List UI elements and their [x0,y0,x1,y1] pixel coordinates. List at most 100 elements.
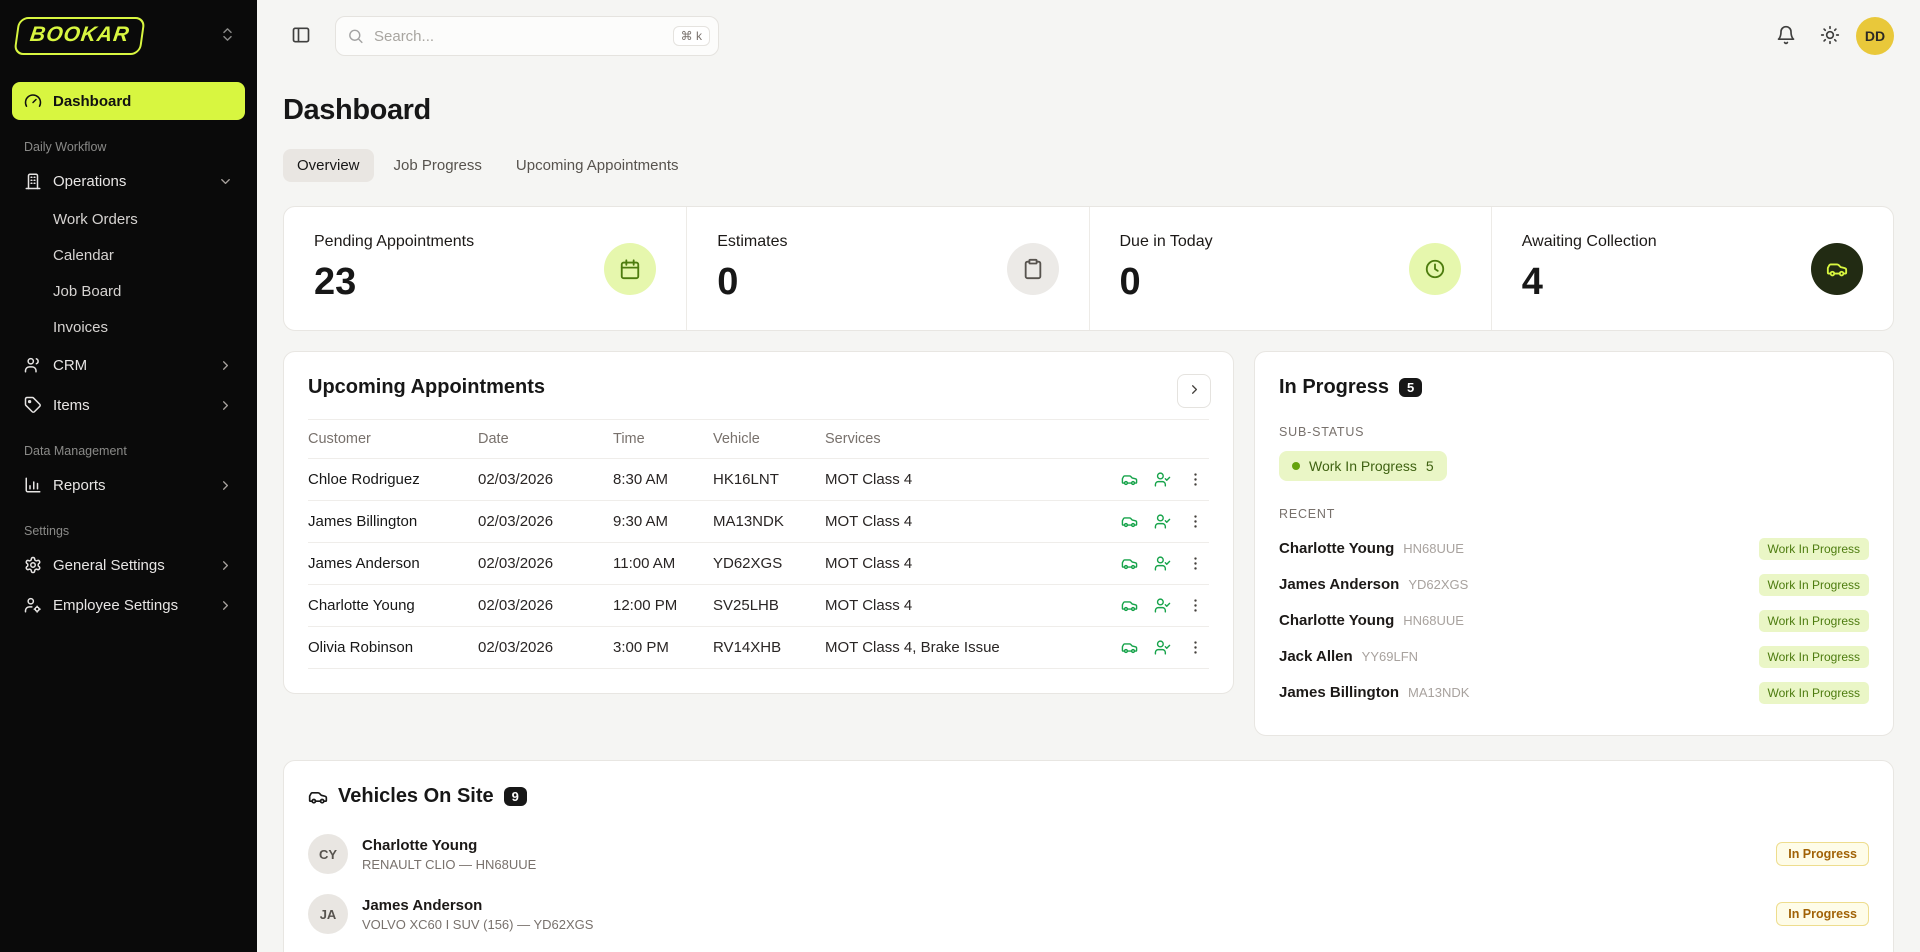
sidebar-item-general-settings[interactable]: General Settings [12,546,245,584]
building-icon [24,172,42,190]
cell-time: 8:30 AM [613,471,713,488]
sidebar-item-job-board[interactable]: Job Board [12,274,245,309]
chevron-right-icon [218,598,233,613]
row-menu-button[interactable] [1181,550,1209,578]
notifications-button[interactable] [1768,18,1804,54]
cell-services: MOT Class 4 [825,555,1097,572]
work-in-progress-chip[interactable]: Work In Progress 5 [1279,451,1447,481]
main-area: ⌘ k DD Dashboard Overview Job Progress U… [257,0,1920,952]
sidebar-section-daily-workflow: Daily Workflow [24,140,233,154]
customer-check-in-button[interactable] [1148,550,1176,578]
appointment-row[interactable]: Charlotte Young 02/03/2026 12:00 PM SV25… [308,585,1209,627]
sidebar-item-work-orders[interactable]: Work Orders [12,202,245,237]
appointment-row[interactable]: James Anderson 02/03/2026 11:00 AM YD62X… [308,543,1209,585]
status-badge: In Progress [1776,842,1869,866]
vehicle-action-button[interactable] [1115,466,1143,494]
clipboard-icon [1007,243,1059,295]
cell-vehicle: SV25LHB [713,597,825,614]
in-progress-card: In Progress 5 SUB-STATUS Work In Progres… [1254,351,1894,736]
sidebar-item-reports[interactable]: Reports [12,466,245,504]
list-item[interactable]: JA James Anderson VOLVO XC60 I SUV (156)… [308,884,1869,944]
stat-value: 23 [314,261,474,304]
appointments-table: Customer Date Time Vehicle Services Chlo… [308,419,1209,669]
cell-date: 02/03/2026 [478,639,613,656]
calendar-icon [604,243,656,295]
cell-services: MOT Class 4 [825,513,1097,530]
vehicle-action-button[interactable] [1115,634,1143,662]
sidebar-collapse-button[interactable] [213,22,241,50]
bar-chart-icon [24,476,42,494]
sidebar-item-label: General Settings [53,557,165,574]
sidebar-item-operations[interactable]: Operations [12,162,245,200]
column-header: Services [825,431,1097,447]
vehicle-action-button[interactable] [1115,550,1143,578]
customer-check-in-button[interactable] [1148,592,1176,620]
status-badge: Work In Progress [1759,610,1869,632]
list-item[interactable]: Jack AllenYY69LFN Work In Progress [1279,639,1869,675]
list-item[interactable]: TT TESTING1 TESTING1 [308,944,1869,952]
cell-services: MOT Class 4 [825,597,1097,614]
count-badge: 9 [504,787,527,806]
list-item[interactable]: Charlotte YoungHN68UUE Work In Progress [1279,531,1869,567]
vehicle-action-button[interactable] [1115,592,1143,620]
avatar: CY [308,834,348,874]
row-menu-button[interactable] [1181,508,1209,536]
cell-time: 12:00 PM [613,597,713,614]
list-item[interactable]: CY Charlotte Young RENAULT CLIO — HN68UU… [308,824,1869,884]
customer-check-in-button[interactable] [1148,508,1176,536]
appointment-row[interactable]: Olivia Robinson 02/03/2026 3:00 PM RV14X… [308,627,1209,669]
appointments-next-button[interactable] [1177,374,1211,408]
customer-check-in-button[interactable] [1148,466,1176,494]
chevron-right-icon [218,358,233,373]
chevron-down-icon [218,174,233,189]
cell-customer: Chloe Rodriguez [308,471,478,488]
sidebar-item-calendar[interactable]: Calendar [12,238,245,273]
cell-services: MOT Class 4 [825,471,1097,488]
appointment-row[interactable]: James Billington 02/03/2026 9:30 AM MA13… [308,501,1209,543]
chevron-right-icon [218,558,233,573]
sidebar-section-data-management: Data Management [24,444,233,458]
bookar-logo: BOOKAR [13,17,146,55]
search-shortcut-badge: ⌘ k [673,26,710,46]
chevron-right-icon [218,398,233,413]
theme-toggle-button[interactable] [1812,18,1848,54]
sun-icon [1820,25,1840,48]
card-title: In Progress [1279,376,1389,399]
status-dot [1292,462,1300,470]
customer-check-in-button[interactable] [1148,634,1176,662]
sidebar-toggle-button[interactable] [283,18,319,54]
tab-job-progress[interactable]: Job Progress [380,149,496,182]
recent-reg: YY69LFN [1362,649,1418,664]
page-title: Dashboard [283,94,1894,127]
bell-icon [1776,25,1796,48]
vehicle-action-button[interactable] [1115,508,1143,536]
list-item[interactable]: James BillingtonMA13NDK Work In Progress [1279,675,1869,711]
appointment-row[interactable]: Chloe Rodriguez 02/03/2026 8:30 AM HK16L… [308,459,1209,501]
sidebar-item-label: CRM [53,357,87,374]
recent-reg: MA13NDK [1408,685,1469,700]
chevrons-up-down-icon [219,26,236,46]
column-header: Customer [308,431,478,447]
sidebar-item-invoices[interactable]: Invoices [12,310,245,345]
row-menu-button[interactable] [1181,466,1209,494]
row-menu-button[interactable] [1181,592,1209,620]
list-item[interactable]: Charlotte YoungHN68UUE Work In Progress [1279,603,1869,639]
sidebar-header: BOOKAR [0,0,257,72]
recent-reg: HN68UUE [1403,613,1464,628]
tab-overview[interactable]: Overview [283,149,374,182]
sidebar-item-dashboard[interactable]: Dashboard [12,82,245,120]
row-menu-button[interactable] [1181,634,1209,662]
tab-upcoming-appointments[interactable]: Upcoming Appointments [502,149,693,182]
sidebar-item-crm[interactable]: CRM [12,346,245,384]
tag-icon [24,396,42,414]
sidebar-item-items[interactable]: Items [12,386,245,424]
recent-name: Charlotte Young [1279,540,1394,557]
sidebar-item-employee-settings[interactable]: Employee Settings [12,586,245,624]
user-avatar[interactable]: DD [1856,17,1894,55]
search-input[interactable] [335,16,719,56]
sidebar-item-label: Reports [53,477,106,494]
stat-awaiting-collection: Awaiting Collection 4 [1491,207,1893,330]
list-item[interactable]: James AndersonYD62XGS Work In Progress [1279,567,1869,603]
recent-label: RECENT [1279,507,1869,521]
cell-customer: Charlotte Young [308,597,478,614]
